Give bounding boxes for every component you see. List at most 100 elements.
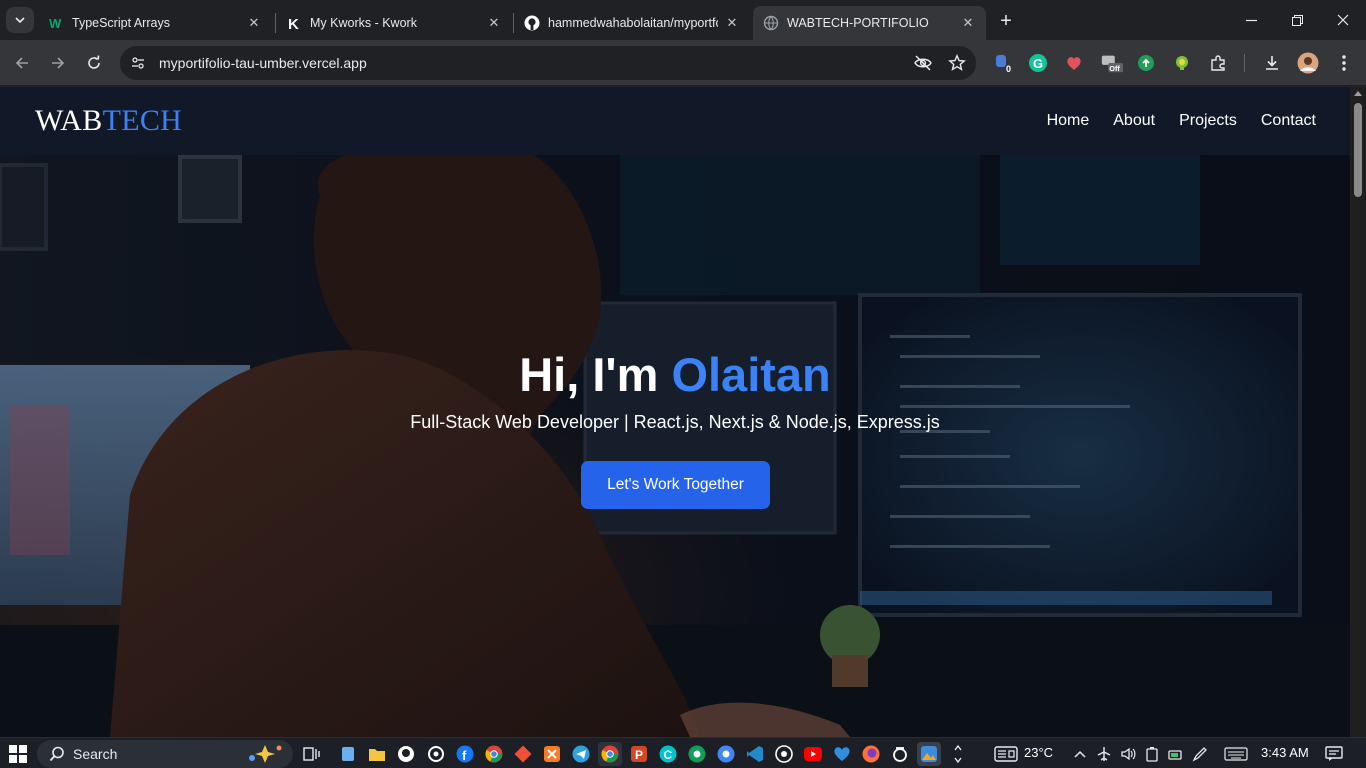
address-bar[interactable]: myportifolio-tau-umber.vercel.app [120,46,976,80]
browser-toolbar: myportifolio-tau-umber.vercel.app 0 G Of… [0,40,1366,86]
svg-text:P: P [635,748,643,762]
grammarly-icon[interactable]: G [1026,51,1050,75]
photos-app-icon[interactable] [917,742,941,766]
logo-part-accent: TECH [102,104,183,137]
kebab-menu-icon[interactable] [1332,51,1356,75]
chevron-down-icon [15,17,25,24]
svg-text:C: C [664,748,673,762]
site-nav: Home About Projects Contact [1047,112,1316,130]
minimize-icon [1245,19,1257,21]
close-icon[interactable]: ✕ [960,15,976,31]
volume-icon[interactable] [1116,742,1140,766]
tab-typescript-arrays[interactable]: W TypeScript Arrays ✕ [38,6,272,40]
forward-button[interactable] [44,49,72,77]
arrow-left-icon [15,57,28,69]
extension-badge-count: 0 [1006,64,1011,74]
nav-link-contact[interactable]: Contact [1261,112,1316,130]
taskbar-overflow-icon[interactable] [946,742,970,766]
tab-github-repo[interactable]: hammedwahabolaitan/myportfoli ✕ [514,6,750,40]
task-view-icon[interactable] [300,742,324,766]
sync-app-icon[interactable] [888,742,912,766]
weather-icon[interactable] [992,742,1020,766]
pen-icon[interactable] [1188,742,1212,766]
chrome-icon[interactable] [482,742,506,766]
puzzle-icon[interactable] [1206,51,1230,75]
close-window-button[interactable] [1320,0,1366,40]
download-icon[interactable] [1260,51,1284,75]
airplane-icon[interactable] [1092,742,1116,766]
work-together-button[interactable]: Let's Work Together [581,461,770,509]
file-explorer-icon[interactable] [365,742,389,766]
xampp-icon[interactable] [540,742,564,766]
tab-strip: W TypeScript Arrays ✕ K My Kworks - Kwor… [0,0,1366,40]
tab-my-kworks[interactable]: K My Kworks - Kwork ✕ [276,6,512,40]
telegram-icon[interactable] [569,742,593,766]
chrome-profile-2-icon[interactable] [714,742,738,766]
green-extension-icon[interactable] [1134,51,1158,75]
eye-off-icon[interactable] [908,48,938,78]
site-settings-icon[interactable] [123,48,153,78]
keyboard-icon[interactable] [1222,742,1250,766]
network-icon[interactable] [1164,742,1188,766]
heart-extension-icon[interactable] [1062,51,1086,75]
github-desktop-icon[interactable] [394,742,418,766]
web-page: WABTECH Home About Projects Contact Hi, … [0,87,1350,737]
star-icon[interactable] [942,48,972,78]
camera-badge-label: Off [1109,64,1120,73]
back-button[interactable] [8,49,36,77]
notifications-icon[interactable] [1322,742,1346,766]
site-logo[interactable]: WABTECH [35,104,182,138]
new-tab-button[interactable]: + [994,9,1018,33]
chatgpt-icon[interactable] [424,742,448,766]
page-scrollbar[interactable] [1350,87,1366,737]
chrome-profile-icon[interactable] [685,742,709,766]
widgets-icon[interactable] [336,742,360,766]
chrome-active-icon[interactable] [598,742,622,766]
heart-monitor-icon[interactable] [830,742,854,766]
nav-link-about[interactable]: About [1113,112,1155,130]
reload-button[interactable] [80,49,108,77]
windows-start-icon[interactable] [6,742,30,766]
hero-subtitle: Full-Stack Web Developer | React.js, Nex… [410,412,940,432]
arrow-right-icon [52,57,65,69]
close-icon[interactable]: ✕ [724,15,740,31]
extension-badge-icon[interactable]: 0 [992,51,1016,75]
tab-title: hammedwahabolaitan/myportfoli [548,16,718,30]
weather-temperature[interactable]: 23°C [1024,745,1053,760]
globe-icon [763,15,779,31]
kwork-icon: K [286,15,302,31]
toolbar-divider [1244,54,1245,72]
nav-link-home[interactable]: Home [1047,112,1090,130]
hero-title-name: Olaitan [671,348,831,401]
clock-time[interactable]: 3:43 AM [1261,745,1309,760]
taskbar-search[interactable]: Search [37,740,293,768]
postman-icon[interactable]: P [627,742,651,766]
youtube-icon[interactable] [801,742,825,766]
battery-icon[interactable] [1140,742,1164,766]
camera-off-icon[interactable]: Off [1100,51,1124,75]
close-icon[interactable]: ✕ [486,15,502,31]
vscode-icon[interactable] [743,742,767,766]
scroll-up-arrow-icon[interactable] [1354,91,1362,96]
minimize-button[interactable] [1228,0,1274,40]
tab-wabtech-portfolio[interactable]: WABTECH-PORTIFOLIO ✕ [753,6,986,40]
scrollbar-thumb[interactable] [1354,103,1362,197]
restore-button[interactable] [1274,0,1320,40]
nav-link-projects[interactable]: Projects [1179,112,1237,130]
git-icon[interactable] [511,742,535,766]
facebook-icon[interactable]: f [453,742,477,766]
search-label: Search [73,746,118,762]
github-icon [524,15,540,31]
whatsapp-icon[interactable] [772,742,796,766]
logo-part-primary: WAB [35,104,103,137]
url-text[interactable]: myportifolio-tau-umber.vercel.app [159,55,908,71]
copilot-sparkle-icon [249,745,282,763]
close-icon[interactable]: ✕ [246,15,262,31]
tray-chevron-up-icon[interactable] [1068,742,1092,766]
lightbulb-icon[interactable] [1170,51,1194,75]
profile-avatar-icon[interactable] [1296,51,1320,75]
firefox-icon[interactable] [859,742,883,766]
tab-search-button[interactable] [6,7,34,33]
windows-taskbar: Search f P C 23°C 3:43 AM [0,737,1366,768]
canva-icon[interactable]: C [656,742,680,766]
